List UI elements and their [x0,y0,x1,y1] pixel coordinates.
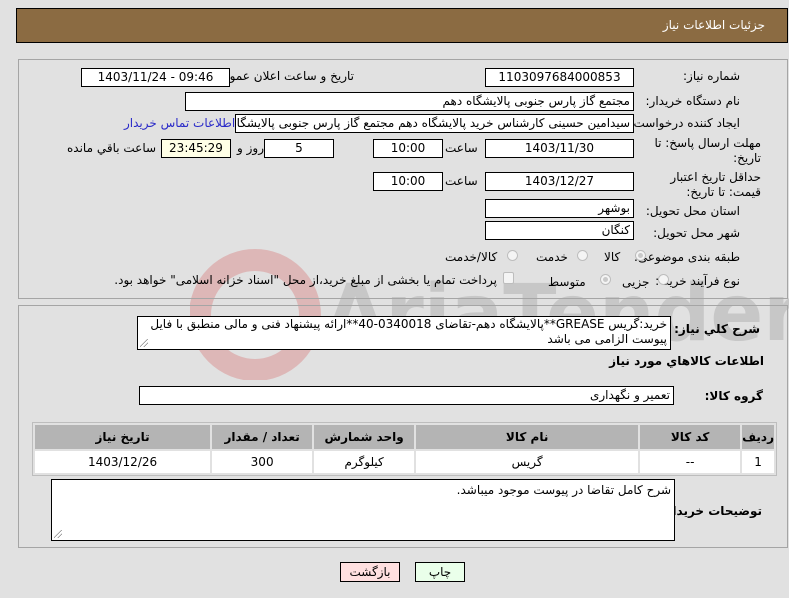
creator-field: سیدامین حسینی کارشناس خرید پالایشگاه دهم… [235,114,634,133]
category-label: طبقه بندی موضوعی: [633,250,740,264]
description-label: شرح کلي نياز: [674,322,760,336]
time-remaining-label: ساعت باقي مانده [67,141,157,155]
buyer-contact-link[interactable]: اطلاعات تماس خریدار [124,116,235,130]
page-title: جزئيات اطلاعات نياز [662,18,765,32]
cell-date: 1403/12/26 [35,451,211,473]
col-code: کد کالا [640,425,741,449]
category-option-goods: کالا [604,250,621,264]
cell-qty: 300 [212,451,313,473]
goods-group-field: تعمیر و نگهداری [139,386,674,405]
province-label: استان محل تحویل: [645,204,740,218]
buyer-org-field: مجتمع گاز پارس جنوبی پالایشگاه دهم [185,92,634,111]
goods-group-label: گروه کالا: [704,389,763,403]
category-radio-goods-service[interactable] [507,250,518,261]
goods-section-title: اطلاعات کالاهاي مورد نياز [609,354,764,368]
category-option-service: خدمت [536,250,568,264]
reply-date-field: 1403/11/30 [485,139,634,158]
goods-table-wrap: ردیف کد کالا نام کالا واحد شمارش تعداد /… [32,422,777,476]
announce-label: تاريخ و ساعت اعلان عمومي: [209,69,354,83]
process-radio-minor[interactable] [658,274,669,285]
buyer-notes-label: توضیحات خریدار: [660,504,762,518]
days-remaining-field: 5 [264,139,334,158]
price-time-label: ساعت [445,174,478,188]
goods-table-header: ردیف کد کالا نام کالا واحد شمارش تعداد /… [35,425,774,449]
days-label: روز و [237,141,264,155]
resize-handle-icon[interactable] [54,530,62,538]
buyer-org-label: نام دستگاه خریدار: [645,94,741,108]
category-option-goods-service: کالا/خدمت [445,250,498,264]
description-textarea[interactable]: خرید:گریس GREASE**پالایشگاه دهم-تقاضای 0… [137,316,671,350]
description-text: خرید:گریس GREASE**پالایشگاه دهم-تقاضای 0… [150,317,667,346]
print-button[interactable]: چاپ [415,562,465,582]
process-option-minor: جزیی [622,275,650,289]
page-header: جزئيات اطلاعات نياز [16,8,788,43]
col-qty: تعداد / مقدار [212,425,313,449]
need-number-label: شماره نیاز: [683,69,740,83]
buyer-notes-text: شرح کامل تقاضا در پیوست موجود میباشد. [456,483,671,497]
announce-field: 1403/11/24 - 09:46 [81,68,230,87]
buyer-notes-textarea[interactable]: شرح کامل تقاضا در پیوست موجود میباشد. [51,479,675,541]
resize-handle-icon[interactable] [140,339,148,347]
col-name: نام کالا [416,425,639,449]
cell-code: -- [640,451,741,473]
col-date: تاریخ نیاز [35,425,211,449]
city-field: کنگان [485,221,634,240]
reply-time-label: ساعت [445,141,478,155]
treasury-checkbox[interactable] [503,272,514,284]
need-number-field: 1103097684000853 [485,68,634,87]
reply-deadline-label: مهلت ارسال پاسخ: تا تاریخ: [654,136,761,165]
cell-name: گریس [416,451,639,473]
back-button[interactable]: بازگشت [340,562,400,582]
col-row: ردیف [742,425,774,449]
treasury-text: پرداخت تمام یا بخشی از مبلغ خرید،از محل … [114,273,497,287]
province-field: بوشهر [485,199,634,218]
price-validity-label: حداقل تاریخ اعتبار قیمت: تا تاریخ: [670,170,761,199]
creator-label: ایجاد کننده درخواست: [629,116,740,130]
process-option-medium: متوسط [548,275,586,289]
price-time-field: 10:00 [373,172,443,191]
process-radio-medium[interactable] [600,274,611,285]
col-unit: واحد شمارش [314,425,415,449]
table-row: 1 -- گریس کیلوگرم 300 1403/12/26 [35,451,774,473]
cell-unit: کیلوگرم [314,451,415,473]
price-date-field: 1403/12/27 [485,172,634,191]
category-radio-goods[interactable] [635,250,646,261]
reply-time-field: 10:00 [373,139,443,158]
goods-table: ردیف کد کالا نام کالا واحد شمارش تعداد /… [33,423,776,475]
city-label: شهر محل تحویل: [653,226,740,240]
time-remaining-field: 23:45:29 [161,139,231,158]
cell-row: 1 [742,451,774,473]
category-radio-service[interactable] [577,250,588,261]
